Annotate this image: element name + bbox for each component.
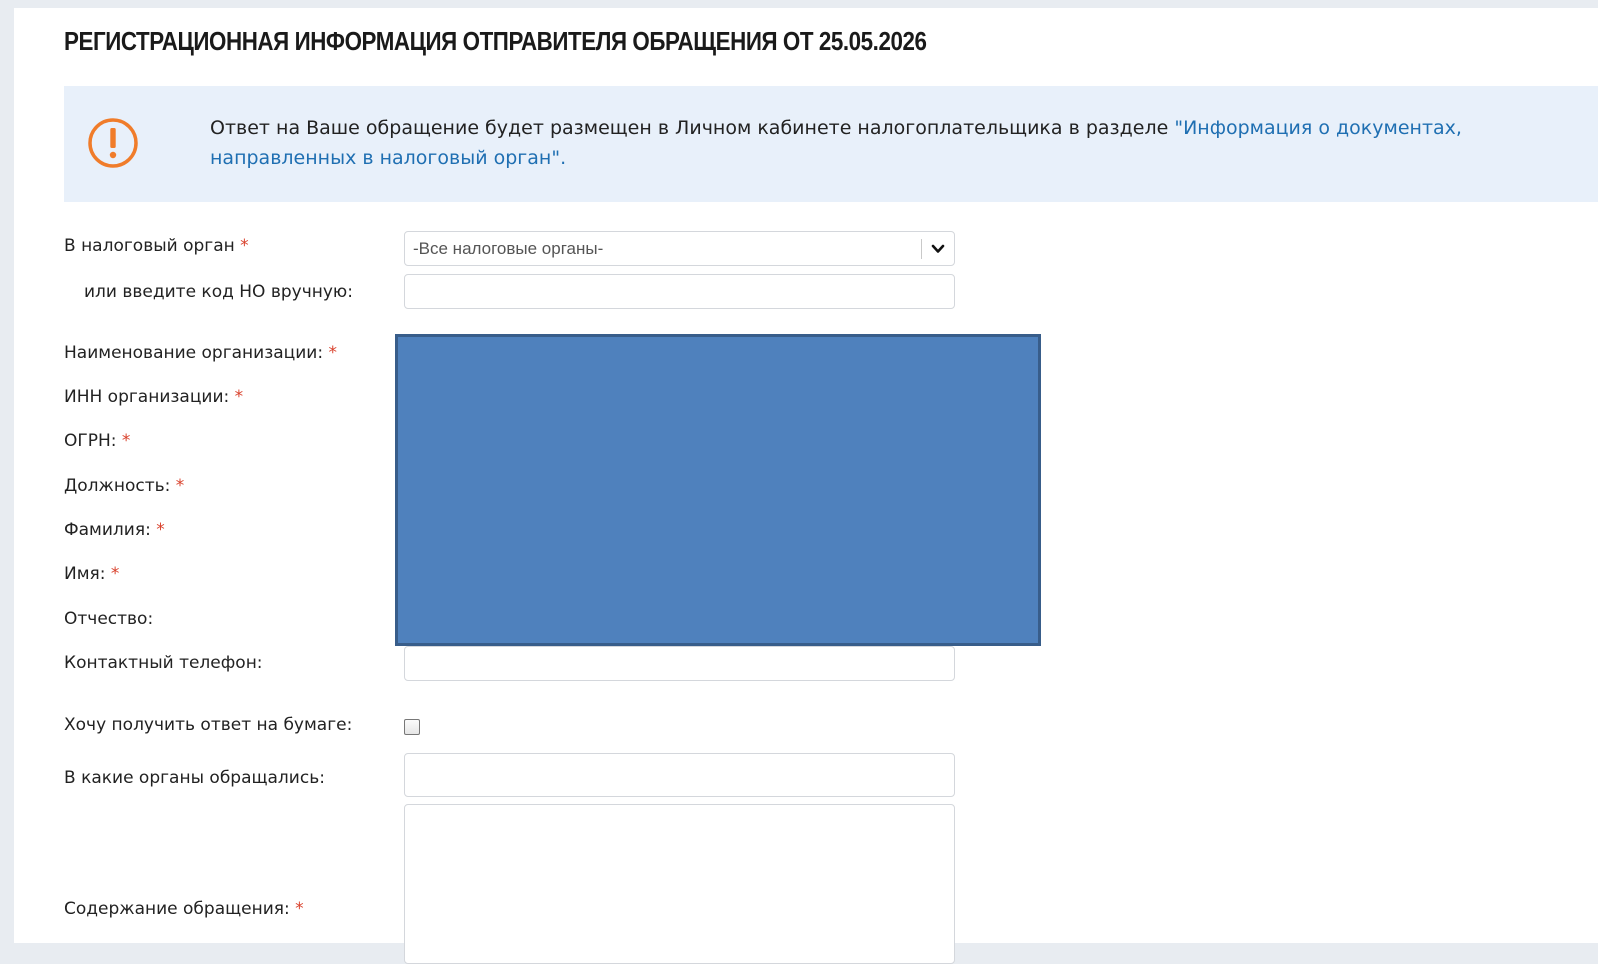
org-name-label-text: Наименование организации: <box>64 343 324 363</box>
page: РЕГИСТРАЦИОННАЯ ИНФОРМАЦИЯ ОТПРАВИТЕЛЯ О… <box>14 8 1598 964</box>
required-mark: * <box>328 343 337 363</box>
patronymic-label: Отчество: <box>64 609 154 629</box>
org-name-label: Наименование организации: * <box>64 343 337 363</box>
select-separator <box>921 239 922 259</box>
notice-text: Ответ на Ваше обращение будет размещен в… <box>210 113 1580 173</box>
tax-authority-label: В налоговый орган * <box>64 236 249 256</box>
required-mark: * <box>295 899 304 919</box>
content-label: Содержание обращения: * <box>64 899 304 919</box>
inn-label-text: ИНН организации: <box>64 387 230 407</box>
position-label-text: Должность: <box>64 476 171 496</box>
paper-reply-label: Хочу получить ответ на бумаге: <box>64 715 353 735</box>
required-mark: * <box>156 520 165 540</box>
required-mark: * <box>121 431 131 451</box>
required-mark: * <box>240 236 249 256</box>
previous-authorities-input[interactable] <box>404 753 955 797</box>
redaction-box <box>395 334 1041 646</box>
notice-message: Ответ на Ваше обращение будет размещен в… <box>210 117 1175 139</box>
phone-label: Контактный телефон: <box>64 653 263 673</box>
tax-authority-selected: -Все налоговые органы- <box>413 239 604 258</box>
tax-authority-select[interactable]: -Все налоговые органы- <box>404 231 955 266</box>
manual-code-input[interactable] <box>404 274 955 309</box>
phone-input[interactable] <box>404 646 955 681</box>
info-notice: Ответ на Ваше обращение будет размещен в… <box>64 86 1598 202</box>
surname-label: Фамилия: * <box>64 520 165 540</box>
position-label: Должность: * <box>64 476 184 496</box>
chevron-down-icon[interactable] <box>931 242 945 256</box>
manual-code-label: или введите код НО вручную: <box>84 282 353 302</box>
required-mark: * <box>234 387 244 407</box>
page-title: РЕГИСТРАЦИОННАЯ ИНФОРМАЦИЯ ОТПРАВИТЕЛЯ О… <box>64 26 927 56</box>
required-mark: * <box>175 476 185 496</box>
inn-label: ИНН организации: * <box>64 387 243 407</box>
first-name-label-text: Имя: <box>64 564 106 584</box>
tax-authority-label-text: В налоговый орган <box>64 236 235 256</box>
required-mark: * <box>110 564 120 584</box>
previous-authorities-label: В какие органы обращались: <box>64 768 325 788</box>
content-label-text: Содержание обращения: <box>64 899 290 919</box>
ogrn-label-text: ОГРН: <box>64 431 117 451</box>
first-name-label: Имя: * <box>64 564 119 584</box>
surname-label-text: Фамилия: <box>64 520 151 540</box>
content-textarea[interactable] <box>404 804 955 964</box>
ogrn-label: ОГРН: * <box>64 431 130 451</box>
paper-reply-checkbox[interactable] <box>404 719 420 735</box>
exclamation-circle-icon <box>88 118 138 168</box>
